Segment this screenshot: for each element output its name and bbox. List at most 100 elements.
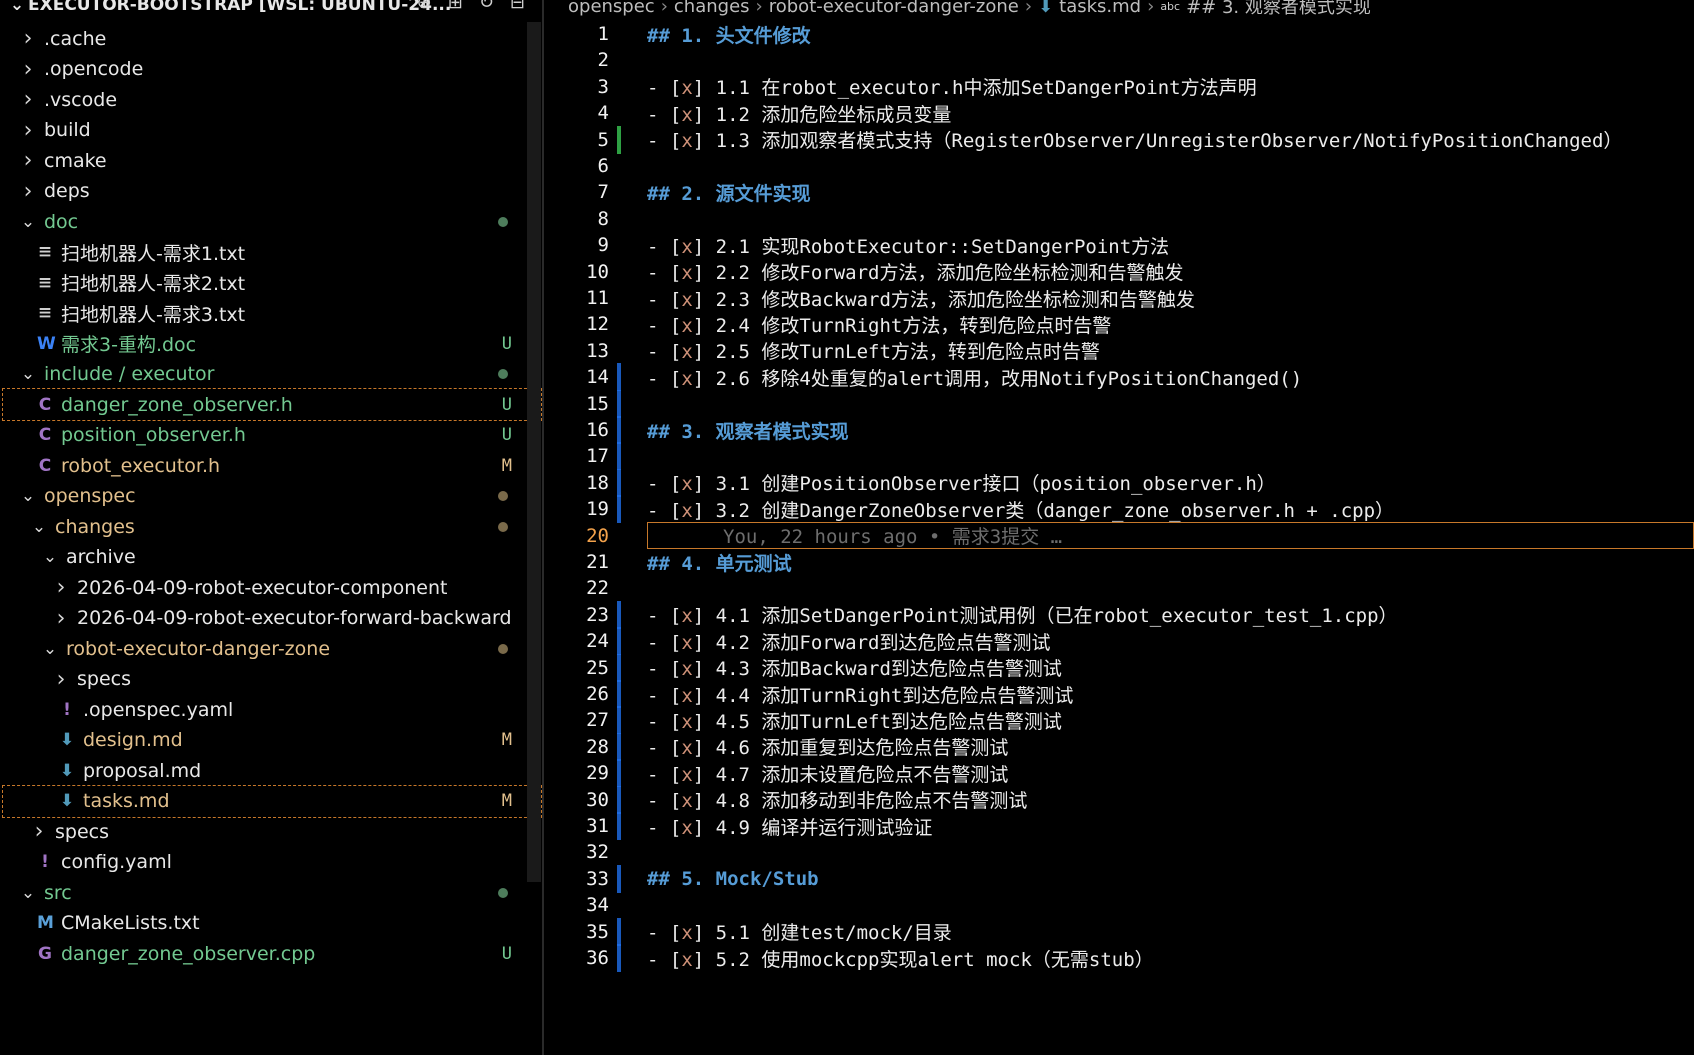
code-line[interactable]: 27 - [x] 4.5 添加TurnLeft到达危险点告警测试 [545, 706, 1694, 735]
code-line[interactable]: 9 - [x] 2.1 实现RobotExecutor::SetDangerPoi… [545, 231, 1694, 259]
tree-file[interactable]: W 需求3-重构.doc U [2, 327, 542, 360]
code-line[interactable]: 19 - [x] 3.2 创建DangerZoneObserver类（danger… [545, 495, 1694, 524]
tree-folder[interactable]: ⌄ openspec [2, 480, 542, 513]
refresh-icon[interactable]: ↻ [479, 0, 494, 13]
tree-file[interactable]: Gdanger_zone_observer.cpp U [2, 937, 542, 970]
code-line[interactable]: 33 ## 5. Mock/Stub [545, 864, 1694, 893]
code-line[interactable]: 1 ## 1. 头文件修改 [545, 20, 1694, 48]
tree-folder[interactable]: › 2026-04-09-robot-executor-component [2, 571, 542, 604]
chevron-right-icon[interactable]: › [53, 667, 69, 692]
chevron-down-icon[interactable]: ⌄ [20, 486, 36, 506]
tree-folder[interactable]: ⌄ changes [2, 510, 542, 543]
git-change-gutter[interactable] [617, 600, 621, 629]
breadcrumb-item[interactable]: robot-executor-danger-zone [769, 0, 1019, 17]
tree-file[interactable]: ≡ 扫地机器人-需求2.txt [2, 266, 542, 299]
code-line[interactable]: 2 [545, 46, 1694, 74]
code-line[interactable]: 3 - [x] 1.1 在robot_executor.h中添加SetDanger… [545, 73, 1694, 101]
code-line[interactable]: 34 [545, 891, 1694, 919]
code-line[interactable]: 6 [545, 152, 1694, 180]
tree-file[interactable]: ⬇ design.md M [2, 724, 542, 757]
code-line[interactable]: 26 - [x] 4.4 添加TurnRight到达危险点告警测试 [545, 680, 1694, 708]
tree-folder[interactable]: › specs [2, 815, 542, 848]
tree-folder[interactable]: › cmake [2, 144, 542, 177]
code-line[interactable]: 30 - [x] 4.8 添加移动到非危险点不告警测试 [545, 785, 1694, 814]
tree-folder[interactable]: › .opencode [2, 53, 542, 86]
tree-folder[interactable]: › specs [2, 663, 542, 696]
git-change-gutter[interactable] [617, 627, 621, 656]
tree-file[interactable]: ⬇ proposal.md [2, 754, 542, 787]
breadcrumb-item[interactable]: openspec [568, 0, 655, 17]
git-change-gutter[interactable] [617, 864, 621, 893]
chevron-down-icon[interactable]: ⌄ [20, 364, 36, 384]
chevron-right-icon[interactable]: › [53, 575, 69, 600]
explorer-scrollbar[interactable] [527, 22, 541, 882]
breadcrumb-item[interactable]: tasks.md [1059, 0, 1141, 17]
code-line[interactable]: 23 - [x] 4.1 添加SetDangerPoint测试用例（已在robot… [545, 600, 1694, 629]
chevron-right-icon[interactable]: › [20, 87, 36, 112]
tree-file[interactable]: Crobot_executor.h M [2, 449, 542, 482]
git-change-gutter[interactable] [617, 416, 621, 444]
code-line[interactable]: 21 ## 4. 单元测试 [545, 548, 1694, 576]
code-line[interactable]: 31 - [x] 4.9 编译并运行测试验证 [545, 812, 1694, 840]
git-change-gutter[interactable] [617, 680, 621, 708]
git-change-gutter[interactable] [617, 917, 621, 946]
tree-file[interactable]: M CMakeLists.txt [2, 907, 542, 940]
git-change-gutter[interactable] [617, 785, 621, 814]
code-line[interactable]: 28 - [x] 4.6 添加重复到达危险点告警测试 [545, 732, 1694, 761]
tree-folder[interactable]: ⌄ doc [2, 205, 542, 238]
code-line[interactable]: 18 - [x] 3.1 创建PositionObserver接口（positio… [545, 468, 1694, 497]
chevron-down-icon[interactable]: ⌄ [6, 0, 28, 15]
git-change-gutter[interactable] [617, 759, 621, 788]
git-change-gutter[interactable] [617, 732, 621, 761]
git-change-gutter[interactable] [617, 442, 621, 471]
code-line[interactable]: 22 [545, 574, 1694, 602]
code-line[interactable]: 15 [545, 389, 1694, 418]
tree-file[interactable]: Cdanger_zone_observer.h U [2, 388, 542, 421]
code-line[interactable]: 32 [545, 838, 1694, 866]
tree-folder[interactable]: › 2026-04-09-robot-executor-forward-backw… [2, 602, 542, 635]
tree-file[interactable]: ! config.yaml [2, 846, 542, 879]
git-blame-annotation[interactable]: You, 22 hours ago • 需求3提交 … [723, 522, 1062, 549]
code-line[interactable]: 20 You, 22 hours ago • 需求3提交 … [545, 521, 1694, 550]
code-line[interactable]: 5 - [x] 1.3 添加观察者模式支持（RegisterObserver/Un… [545, 125, 1694, 154]
tree-file[interactable]: ! .openspec.yaml [2, 693, 542, 726]
tree-file[interactable]: Cposition_observer.h U [2, 419, 542, 452]
git-change-gutter[interactable] [617, 495, 621, 524]
code-line[interactable]: 12 - [x] 2.4 修改TurnRight方法，转到危险点时告警 [545, 310, 1694, 338]
code-line[interactable]: 36 - [x] 5.2 使用mockcpp实现alert mock（无需stub… [545, 944, 1694, 972]
tree-folder[interactable]: ⌄ archive [2, 541, 542, 574]
chevron-down-icon[interactable]: ⌄ [20, 212, 36, 232]
breadcrumb-item[interactable]: changes [674, 0, 750, 17]
tree-folder[interactable]: ⌄ include / executor [2, 358, 542, 391]
panel-divider[interactable] [542, 0, 544, 1055]
chevron-right-icon[interactable]: › [20, 118, 36, 143]
code-line[interactable]: 25 - [x] 4.3 添加Backward到达危险点告警测试 [545, 653, 1694, 682]
chevron-right-icon[interactable]: › [20, 26, 36, 51]
chevron-right-icon[interactable]: › [31, 819, 47, 844]
code-line[interactable]: 7 ## 2. 源文件实现 [545, 178, 1694, 206]
code-line[interactable]: 4 - [x] 1.2 添加危险坐标成员变量 [545, 99, 1694, 127]
new-folder-icon[interactable]: ⊞ [448, 0, 463, 13]
git-change-gutter[interactable] [617, 653, 621, 682]
code-line[interactable]: 17 [545, 442, 1694, 471]
code-line[interactable]: 14 - [x] 2.6 移除4处重复的alert调用，改用NotifyPosit… [545, 363, 1694, 392]
code-line[interactable]: 8 [545, 205, 1694, 233]
tree-file[interactable]: ≡ 扫地机器人-需求1.txt [2, 236, 542, 269]
tree-folder[interactable]: › .cache [2, 22, 542, 55]
tree-folder[interactable]: ⌄ src [2, 876, 542, 909]
code-line[interactable]: 29 - [x] 4.7 添加未设置危险点不告警测试 [545, 759, 1694, 788]
collapse-icon[interactable]: ⊟ [510, 0, 525, 13]
code-line[interactable]: 13 - [x] 2.5 修改TurnLeft方法，转到危险点时告警 [545, 337, 1694, 365]
explorer-header[interactable]: ⌄ EXECUTOR-BOOTSTRAP [WSL: UBUNTU-24... … [0, 0, 545, 18]
chevron-right-icon[interactable]: › [20, 57, 36, 82]
git-change-gutter[interactable] [617, 944, 621, 972]
new-file-icon[interactable]: ⊕ [417, 0, 432, 13]
breadcrumb-item[interactable]: ## 3. 观察者模式实现 [1186, 0, 1371, 19]
chevron-right-icon[interactable]: › [53, 606, 69, 631]
code-line[interactable]: 35 - [x] 5.1 创建test/mock/目录 [545, 917, 1694, 946]
git-modified-gutter[interactable] [617, 125, 621, 154]
code-line[interactable]: 16 ## 3. 观察者模式实现 [545, 416, 1694, 444]
code-line[interactable]: 24 - [x] 4.2 添加Forward到达危险点告警测试 [545, 627, 1694, 656]
git-change-gutter[interactable] [617, 812, 621, 840]
code-line[interactable]: 10 - [x] 2.2 修改Forward方法，添加危险坐标检测和告警触发 [545, 258, 1694, 286]
